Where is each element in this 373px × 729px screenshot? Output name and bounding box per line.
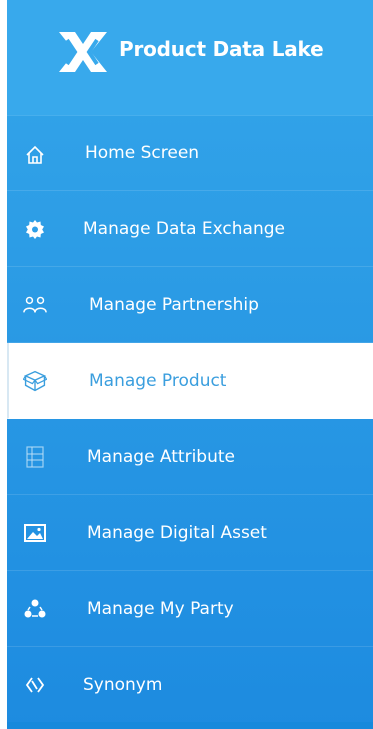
sidebar-item-label: Home Screen bbox=[85, 142, 200, 163]
sidebar-item-label: Manage Digital Asset bbox=[87, 522, 267, 543]
sidebar-item-manage-my-party[interactable]: Manage My Party bbox=[7, 571, 373, 647]
sidebar-item-manage-attribute[interactable]: Manage Attribute bbox=[7, 419, 373, 495]
gear-icon bbox=[23, 217, 47, 241]
brand-title: Product Data Lake bbox=[119, 37, 324, 61]
sidebar: Product Data Lake Home Screen Manage Dat… bbox=[7, 0, 373, 729]
sidebar-item-label: Manage Attribute bbox=[87, 446, 235, 467]
synonym-arrows-icon bbox=[23, 673, 47, 697]
sidebar-item-manage-partnership[interactable]: Manage Partnership bbox=[7, 267, 373, 343]
sidebar-item-label: Manage My Party bbox=[87, 598, 234, 619]
sidebar-item-label: Manage Product bbox=[89, 370, 227, 391]
sidebar-item-label: Synonym bbox=[83, 674, 163, 695]
sidebar-item-manage-product[interactable]: Manage Product bbox=[7, 343, 373, 419]
list-icon bbox=[23, 445, 47, 469]
product-data-lake-logo-icon bbox=[59, 32, 107, 72]
sidebar-item-manage-digital-asset[interactable]: Manage Digital Asset bbox=[7, 495, 373, 571]
sidebar-item-home-screen[interactable]: Home Screen bbox=[7, 115, 373, 191]
image-icon bbox=[23, 521, 47, 545]
people-icon bbox=[23, 293, 47, 317]
sidebar-bottom-edge bbox=[7, 722, 373, 729]
sidebar-item-manage-data-exchange[interactable]: Manage Data Exchange bbox=[7, 191, 373, 267]
sidebar-item-label: Manage Partnership bbox=[89, 294, 259, 315]
brand-header[interactable]: Product Data Lake bbox=[7, 0, 373, 116]
party-icon bbox=[23, 597, 47, 621]
sidebar-item-label: Manage Data Exchange bbox=[83, 218, 285, 239]
home-icon bbox=[23, 143, 47, 167]
box-icon bbox=[23, 369, 47, 393]
sidebar-nav: Home Screen Manage Data Exchange Manage … bbox=[7, 115, 373, 723]
sidebar-item-synonym[interactable]: Synonym bbox=[7, 647, 373, 723]
